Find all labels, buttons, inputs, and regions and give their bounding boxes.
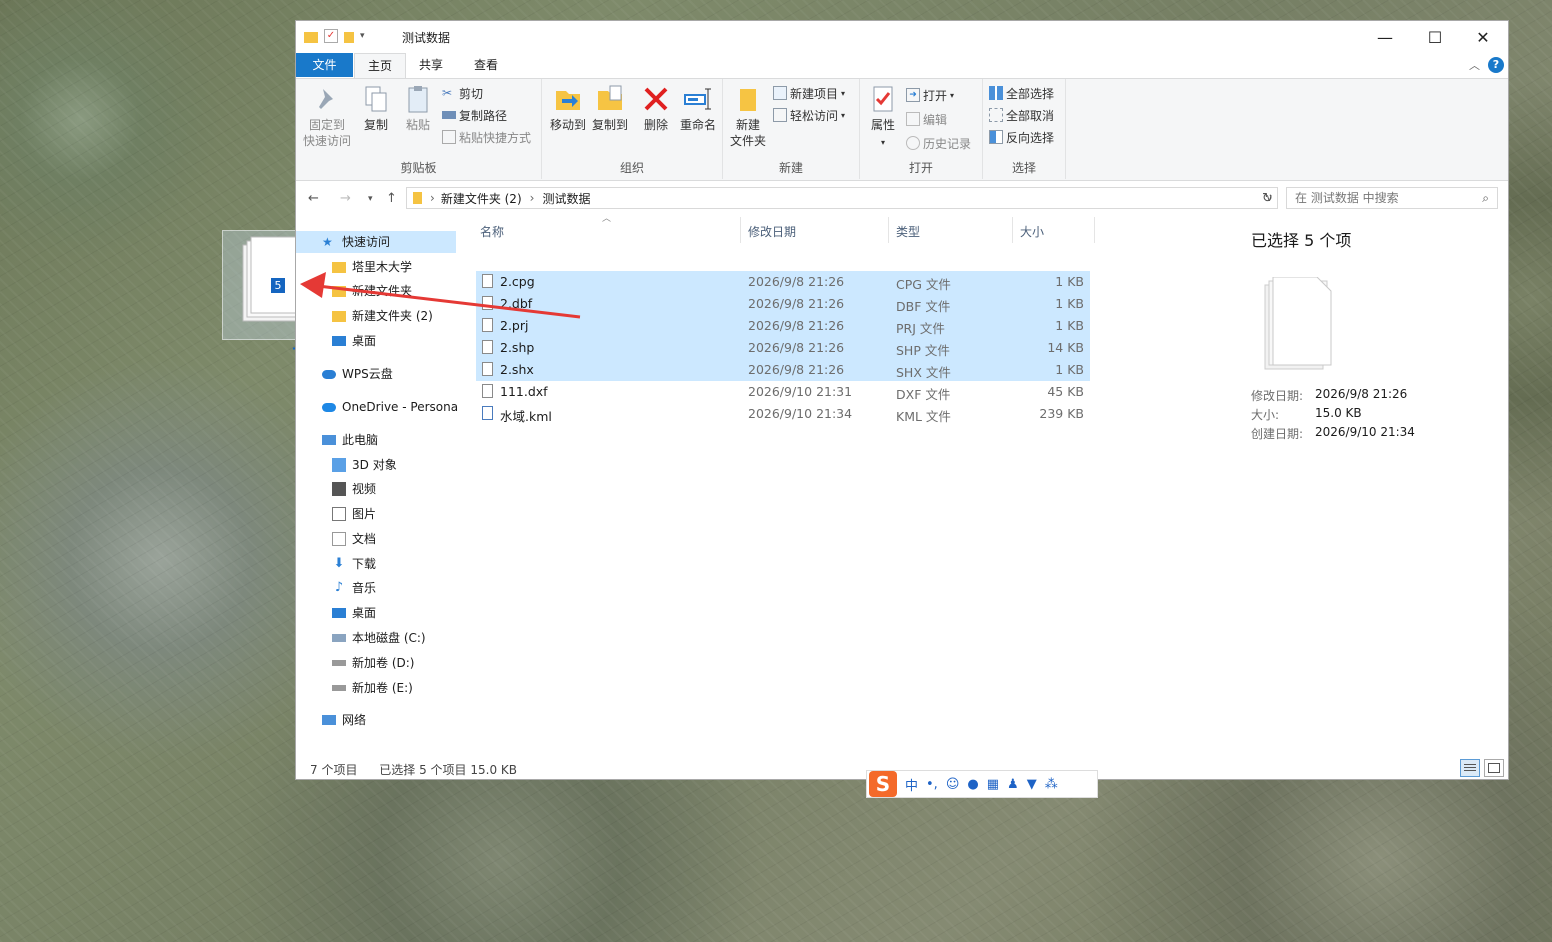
emoji-icon[interactable]: ☺: [946, 777, 960, 792]
skin-icon[interactable]: ▼: [1027, 777, 1037, 792]
user-icon[interactable]: ♟: [1007, 777, 1019, 792]
sogou-logo-icon[interactable]: S: [869, 771, 897, 797]
ime-punctuation-toggle[interactable]: •,: [926, 777, 938, 792]
drag-arrow-annotation: [300, 272, 581, 319]
ime-mode-toggle[interactable]: 中: [905, 775, 918, 794]
keyboard-icon[interactable]: ▦: [987, 777, 999, 792]
ime-toolbar: S 中 •, ☺ ● ▦ ♟ ▼ ⁂: [866, 770, 1098, 798]
microphone-icon[interactable]: ●: [967, 777, 978, 792]
toolbox-icon[interactable]: ⁂: [1045, 777, 1058, 792]
